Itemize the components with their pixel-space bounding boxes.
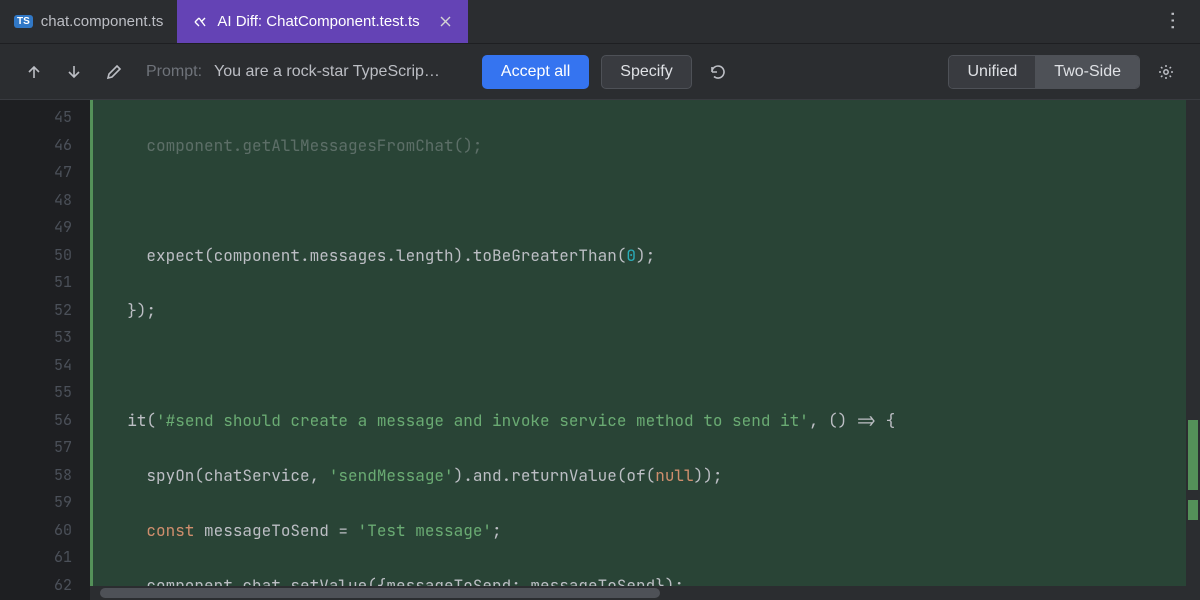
line-number-gutter: 45 46 47 48 49 50 51 52 53 54 55 56 57 5… bbox=[0, 100, 90, 600]
view-twoside-button[interactable]: Two-Side bbox=[1035, 56, 1139, 88]
close-icon[interactable] bbox=[438, 14, 454, 30]
specify-button[interactable]: Specify bbox=[601, 55, 691, 89]
view-mode-group: Unified Two-Side bbox=[948, 55, 1140, 89]
view-unified-button[interactable]: Unified bbox=[949, 56, 1035, 88]
line-number: 48 bbox=[0, 187, 90, 215]
marker-gutter[interactable] bbox=[1186, 100, 1200, 600]
refresh-icon[interactable] bbox=[704, 58, 732, 86]
more-menu-icon[interactable]: ⋯ bbox=[1161, 11, 1186, 33]
line-number: 52 bbox=[0, 297, 90, 325]
diff-marker[interactable] bbox=[1188, 500, 1198, 520]
line-number: 58 bbox=[0, 462, 90, 490]
tab-file-label: chat.component.ts bbox=[41, 13, 164, 30]
line-number: 46 bbox=[0, 132, 90, 160]
accept-all-button[interactable]: Accept all bbox=[482, 55, 589, 89]
diff-toolbar: Prompt: You are a rock-star TypeScrip… A… bbox=[0, 44, 1200, 100]
tab-bar: TS chat.component.ts AI Diff: ChatCompon… bbox=[0, 0, 1200, 44]
line-number: 49 bbox=[0, 214, 90, 242]
line-number: 51 bbox=[0, 269, 90, 297]
line-number: 60 bbox=[0, 517, 90, 545]
prompt-label: Prompt: bbox=[146, 63, 202, 81]
diff-marker[interactable] bbox=[1188, 420, 1198, 490]
line-number: 57 bbox=[0, 434, 90, 462]
horizontal-scrollbar[interactable] bbox=[90, 586, 1186, 600]
code-editor[interactable]: 45 46 47 48 49 50 51 52 53 54 55 56 57 5… bbox=[0, 100, 1200, 600]
line-number: 54 bbox=[0, 352, 90, 380]
line-number: 62 bbox=[0, 572, 90, 600]
line-number: 53 bbox=[0, 324, 90, 352]
typescript-badge-icon: TS bbox=[14, 15, 33, 28]
line-number: 55 bbox=[0, 379, 90, 407]
tab-ai-diff-label: AI Diff: ChatComponent.test.ts bbox=[217, 13, 419, 30]
arrow-up-icon[interactable] bbox=[20, 58, 48, 86]
arrow-down-icon[interactable] bbox=[60, 58, 88, 86]
edit-icon[interactable] bbox=[100, 58, 128, 86]
settings-gear-icon[interactable] bbox=[1152, 58, 1180, 86]
prompt-text[interactable]: You are a rock-star TypeScrip… bbox=[214, 63, 440, 81]
tab-file[interactable]: TS chat.component.ts bbox=[0, 0, 177, 43]
code-content[interactable]: component.getAllMessagesFromChat(); expe… bbox=[90, 100, 1200, 600]
line-number: 61 bbox=[0, 544, 90, 572]
line-number: 50 bbox=[0, 242, 90, 270]
tab-ai-diff[interactable]: AI Diff: ChatComponent.test.ts bbox=[177, 0, 467, 43]
line-number: 47 bbox=[0, 159, 90, 187]
scrollbar-thumb[interactable] bbox=[100, 588, 660, 598]
line-number: 59 bbox=[0, 489, 90, 517]
line-number: 56 bbox=[0, 407, 90, 435]
ai-diff-icon bbox=[191, 13, 209, 31]
line-number: 45 bbox=[0, 104, 90, 132]
